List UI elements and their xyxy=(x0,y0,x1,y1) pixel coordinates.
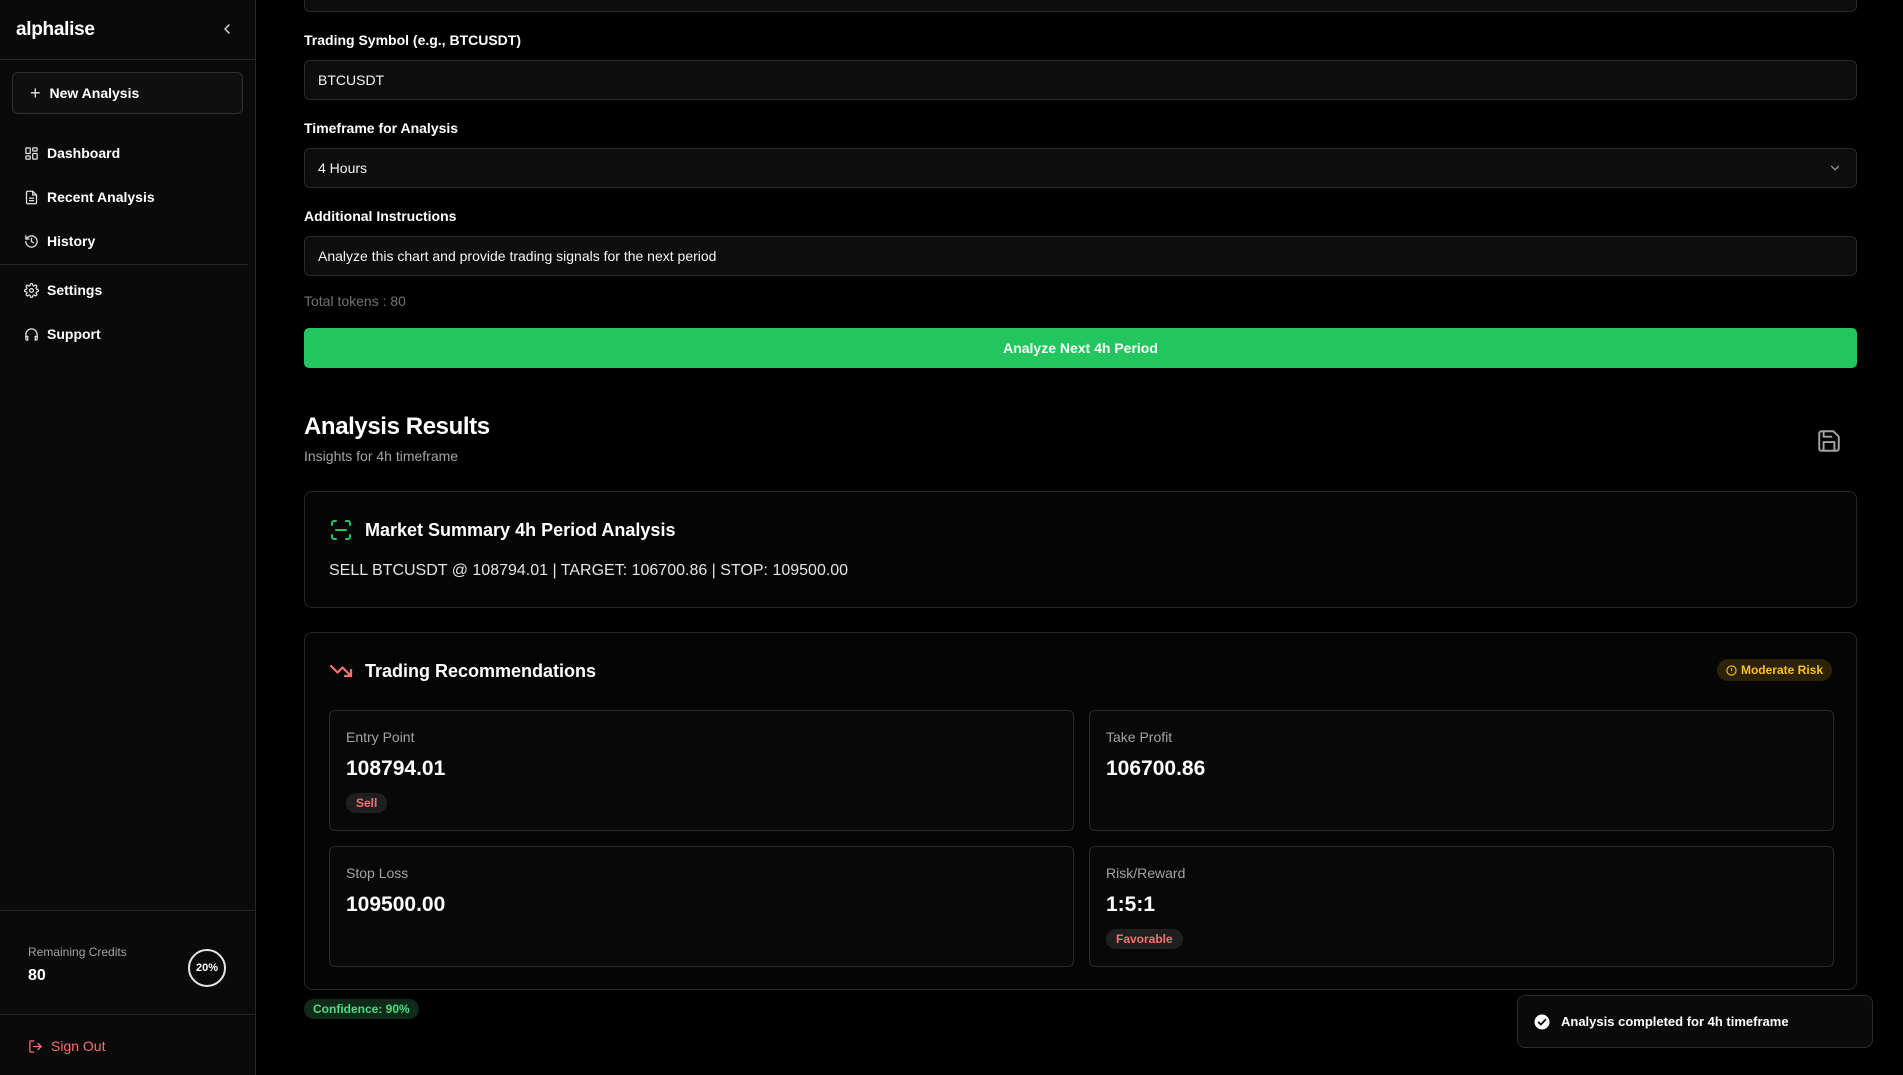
sidebar-item-label: Support xyxy=(47,326,101,342)
recommendations-title: Trading Recommendations xyxy=(365,660,597,681)
symbol-input[interactable]: BTCUSDT xyxy=(304,60,1857,100)
chevron-down-icon xyxy=(1830,165,1840,171)
plus-icon: + xyxy=(30,83,41,103)
credits-value: 80 xyxy=(28,967,46,984)
sidebar-header: alphalise xyxy=(0,0,255,60)
take-profit-metric: Take Profit 106700.86 xyxy=(1089,710,1834,831)
summary-title: Market Summary 4h Period Analysis xyxy=(365,519,676,540)
history-icon xyxy=(25,234,38,248)
recommendations-header: Trading Recommendations xyxy=(329,659,596,683)
instructions-label: Additional Instructions xyxy=(304,208,457,224)
timeframe-label: Timeframe for Analysis xyxy=(304,120,459,136)
timeframe-select[interactable]: 4 Hours xyxy=(304,148,1857,188)
metric-value: 106700.86 xyxy=(1106,757,1206,780)
entry-point-metric: Entry Point 108794.01 Sell xyxy=(329,710,1074,831)
analyze-button[interactable]: Analyze Next 4h Period xyxy=(304,328,1857,368)
results-subtitle: Insights for 4h timeframe xyxy=(304,448,459,464)
document-icon xyxy=(25,190,38,204)
grid-icon xyxy=(25,146,38,160)
sidebar-item-settings[interactable]: Settings xyxy=(24,279,102,301)
nav-divider xyxy=(0,264,248,265)
alert-circle-icon xyxy=(1726,664,1737,676)
metric-label: Entry Point xyxy=(346,729,415,745)
credits-panel: Remaining Credits 80 20% xyxy=(0,910,256,1015)
instructions-input[interactable]: Analyze this chart and provide trading s… xyxy=(304,236,1857,276)
risk-reward-metric: Risk/Reward 1:5:1 Favorable xyxy=(1089,846,1834,967)
summary-text: SELL BTCUSDT @ 108794.01 | TARGET: 10670… xyxy=(329,562,849,579)
favorable-badge: Favorable xyxy=(1106,929,1183,949)
headphones-icon xyxy=(25,327,38,341)
results-title: Analysis Results xyxy=(304,413,490,440)
token-count: Total tokens : 80 xyxy=(304,293,406,309)
logout-icon xyxy=(29,1039,43,1053)
chevron-left-icon[interactable] xyxy=(219,20,235,38)
gear-icon xyxy=(24,282,39,298)
symbol-input-value: BTCUSDT xyxy=(318,72,385,88)
metric-value: 108794.01 xyxy=(346,757,446,780)
sign-out-label: Sign Out xyxy=(51,1038,106,1054)
metric-label: Take Profit xyxy=(1106,729,1173,745)
sidebar: alphalise + New Analysis Dashboard Recen… xyxy=(0,0,256,1075)
timeframe-select-value: 4 Hours xyxy=(318,160,368,176)
metric-label: Stop Loss xyxy=(346,865,409,881)
confidence-badge: Confidence: 90% xyxy=(304,999,419,1019)
market-summary-card: Market Summary 4h Period Analysis SELL B… xyxy=(304,491,1857,608)
metric-label: Risk/Reward xyxy=(1106,865,1186,881)
metric-value: 109500.00 xyxy=(346,893,446,916)
sidebar-item-history[interactable]: History xyxy=(24,230,95,252)
sidebar-item-label: History xyxy=(47,233,96,249)
sidebar-item-dashboard[interactable]: Dashboard xyxy=(24,142,120,164)
new-analysis-label: New Analysis xyxy=(49,85,140,101)
sign-out-button[interactable]: Sign Out xyxy=(28,1038,105,1054)
sidebar-item-label: Settings xyxy=(47,282,103,298)
credits-progress-ring: 20% xyxy=(188,949,226,987)
scan-icon xyxy=(331,520,351,540)
toast-notification[interactable]: Analysis completed for 4h timeframe xyxy=(1517,995,1873,1048)
new-analysis-button[interactable]: + New Analysis xyxy=(12,72,243,114)
toast-message: Analysis completed for 4h timeframe xyxy=(1561,1014,1789,1029)
stop-loss-metric: Stop Loss 109500.00 xyxy=(329,846,1074,967)
sell-badge: Sell xyxy=(346,793,388,813)
instructions-input-value: Analyze this chart and provide trading s… xyxy=(318,248,717,264)
risk-badge-label: Moderate Risk xyxy=(1740,663,1823,677)
risk-badge: Moderate Risk xyxy=(1716,659,1832,681)
sidebar-item-recent-analysis[interactable]: Recent Analysis xyxy=(24,186,155,208)
sidebar-item-support[interactable]: Support xyxy=(24,323,101,345)
summary-header: Market Summary 4h Period Analysis xyxy=(329,518,675,542)
metric-value: 1:5:1 xyxy=(1106,893,1156,916)
trading-recommendations-card: Trading Recommendations Moderate Risk En… xyxy=(304,632,1857,990)
sidebar-item-label: Recent Analysis xyxy=(47,189,155,205)
trending-down-icon xyxy=(329,664,353,678)
credits-label: Remaining Credits xyxy=(28,945,127,959)
check-circle-icon xyxy=(1534,1014,1550,1029)
previous-field[interactable] xyxy=(304,0,1857,12)
symbol-label: Trading Symbol (e.g., BTCUSDT) xyxy=(304,32,522,48)
brand-logo[interactable]: alphalise xyxy=(16,19,95,41)
save-icon[interactable] xyxy=(1816,428,1842,454)
sidebar-item-label: Dashboard xyxy=(47,145,121,161)
